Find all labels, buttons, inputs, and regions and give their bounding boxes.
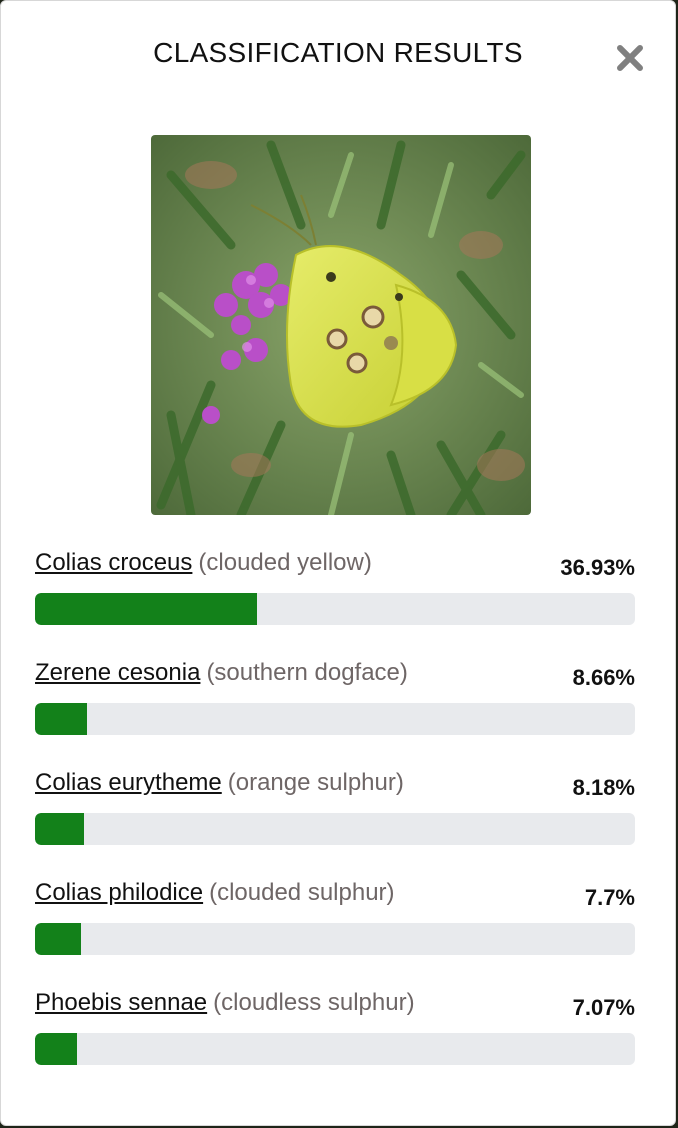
- scientific-name-link[interactable]: Phoebis sennae: [35, 989, 207, 1016]
- probability-fill: [35, 593, 257, 625]
- result-item: Zerene cesonia (southern dogface) 8.66%: [35, 659, 635, 769]
- result-item: Colias eurytheme (orange sulphur) 8.18%: [35, 769, 635, 879]
- result-item: Colias croceus (clouded yellow) 36.93%: [35, 549, 635, 659]
- percentage: 7.07%: [572, 995, 635, 1020]
- probability-bar: [35, 813, 635, 845]
- percentage: 7.7%: [584, 885, 635, 910]
- percentage: 8.66%: [572, 665, 635, 690]
- common-name: (orange sulphur): [227, 769, 404, 796]
- results-list: Colias croceus (clouded yellow) 36.93% Ze…: [35, 549, 635, 1099]
- classification-modal: CLASSIFICATION RESULTS Colias croceus (c…: [0, 0, 676, 1126]
- probability-bar: [35, 703, 635, 735]
- probability-fill: [35, 703, 87, 735]
- result-item: Colias philodice (clouded sulphur) 7.7%: [35, 879, 635, 989]
- result-item: Phoebis sennae (cloudless sulphur) 7.07%: [35, 989, 635, 1099]
- probability-fill: [35, 1033, 78, 1065]
- probability-fill: [35, 923, 82, 955]
- percentage: 8.18%: [572, 775, 635, 800]
- common-name: (clouded sulphur): [209, 879, 395, 906]
- probability-bar: [35, 923, 635, 955]
- scientific-name-link[interactable]: Zerene cesonia: [35, 659, 200, 686]
- probability-fill: [35, 813, 85, 845]
- butterfly-photo: [151, 135, 531, 515]
- probability-bar: [35, 593, 635, 625]
- close-icon[interactable]: [615, 43, 645, 73]
- common-name: (southern dogface): [206, 659, 408, 686]
- modal-title: CLASSIFICATION RESULTS: [153, 37, 523, 68]
- scientific-name-link[interactable]: Colias croceus: [35, 549, 192, 576]
- scientific-name-link[interactable]: Colias eurytheme: [35, 769, 222, 796]
- common-name: (clouded yellow): [198, 549, 372, 576]
- scientific-name-link[interactable]: Colias philodice: [35, 879, 203, 906]
- percentage: 36.93%: [560, 555, 635, 580]
- probability-bar: [35, 1033, 635, 1065]
- common-name: (cloudless sulphur): [213, 989, 415, 1016]
